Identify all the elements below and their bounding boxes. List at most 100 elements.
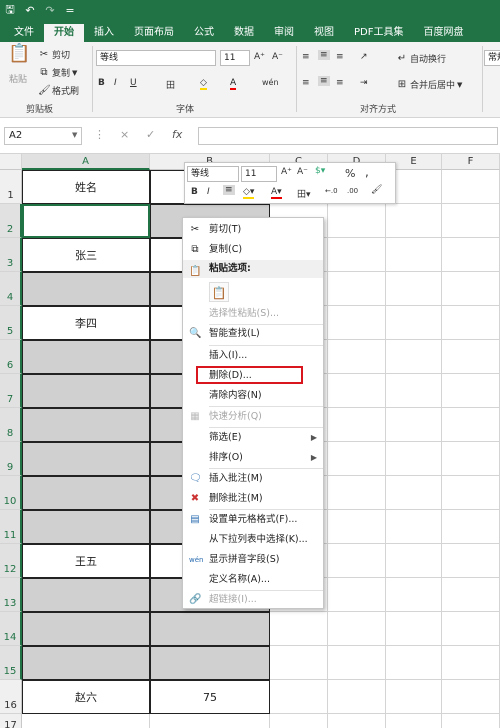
cell-empty[interactable] (328, 238, 386, 272)
cell-empty[interactable] (328, 612, 386, 646)
menu-insert-comment[interactable]: 🗨 插入批注(M) (183, 469, 323, 489)
cell-a[interactable]: 李四 (22, 306, 150, 340)
row-header[interactable]: 15 (0, 646, 22, 680)
row-header[interactable]: 8 (0, 408, 22, 442)
underline-button[interactable]: U (130, 78, 137, 88)
cell-empty[interactable] (442, 272, 500, 306)
font-size-select[interactable]: 11 (220, 50, 250, 66)
align-center-button[interactable]: ≡ (318, 76, 330, 86)
cell-empty[interactable] (386, 510, 442, 544)
select-all-corner[interactable] (0, 154, 22, 170)
cut-button[interactable]: ✂ 剪切 (38, 48, 70, 62)
menu-sort[interactable]: 排序(O) ▶ (183, 448, 323, 468)
border-button[interactable]: 田▾ (297, 187, 311, 200)
row-header[interactable]: 12 (0, 544, 22, 578)
shrink-font-button[interactable]: A⁻ (297, 167, 308, 177)
cell-a[interactable] (22, 510, 150, 544)
cell-empty[interactable] (328, 510, 386, 544)
menu-show-phonetic[interactable]: wén 显示拼音字段(S) (183, 550, 323, 570)
column-header-a[interactable]: A (22, 154, 150, 170)
menu-paste-special[interactable]: 选择性粘贴(S)... (183, 304, 323, 324)
cell-empty[interactable] (442, 306, 500, 340)
align-right-button[interactable]: ≡ (336, 78, 344, 88)
cell-a[interactable]: 张三 (22, 238, 150, 272)
cell-empty[interactable] (386, 578, 442, 612)
cell-empty[interactable] (270, 646, 328, 680)
menu-cut[interactable]: ✂ 剪切(T) (183, 220, 323, 240)
cell-empty[interactable] (328, 340, 386, 374)
cell-empty[interactable] (386, 612, 442, 646)
cell-empty[interactable] (386, 544, 442, 578)
menu-copy[interactable]: ⧉ 复制(C) (183, 240, 323, 260)
cell-a[interactable]: 王五 (22, 544, 150, 578)
cell-empty[interactable] (442, 646, 500, 680)
cell-empty[interactable] (386, 442, 442, 476)
cell-empty[interactable] (442, 204, 500, 238)
chevron-down-icon[interactable]: ▼ (72, 131, 77, 139)
paste-button[interactable]: 📋 粘贴 (6, 45, 30, 86)
tab-data[interactable]: 数据 (224, 24, 264, 42)
cell-a[interactable] (22, 442, 150, 476)
number-format-select[interactable]: 常规 (484, 50, 500, 66)
enter-icon[interactable]: ✓ (146, 128, 155, 141)
customize-icon[interactable]: = (60, 4, 80, 17)
format-painter-icon[interactable]: 🖌 (371, 185, 382, 195)
row-header[interactable]: 4 (0, 272, 22, 306)
center-align-button[interactable]: ≡ (223, 185, 235, 195)
menu-insert[interactable]: 插入(I)... (183, 346, 323, 366)
cell-empty[interactable] (386, 646, 442, 680)
row-header[interactable]: 7 (0, 374, 22, 408)
tab-page-layout[interactable]: 页面布局 (124, 24, 184, 42)
phonetic-button[interactable]: wén (262, 78, 279, 87)
menu-define-name[interactable]: 定义名称(A)... (183, 570, 323, 590)
row-header[interactable]: 6 (0, 340, 22, 374)
row-header[interactable]: 5 (0, 306, 22, 340)
mini-size-select[interactable]: 11 (241, 166, 277, 182)
menu-format-cells[interactable]: ▤ 设置单元格格式(F)... (183, 510, 323, 530)
cell-empty[interactable] (270, 680, 328, 714)
row-header[interactable]: 14 (0, 612, 22, 646)
menu-filter[interactable]: 筛选(E) ▶ (183, 428, 323, 448)
cell-empty[interactable] (442, 476, 500, 510)
cell-b[interactable]: 75 (150, 680, 270, 714)
bold-button[interactable]: B (191, 187, 198, 197)
comma-button[interactable]: , (365, 165, 369, 179)
cell-b[interactable] (150, 612, 270, 646)
cell-empty[interactable] (328, 204, 386, 238)
cell-empty[interactable] (442, 714, 500, 728)
font-name-select[interactable]: 等线 (96, 50, 216, 66)
cell-empty[interactable] (442, 408, 500, 442)
row-header[interactable]: 11 (0, 510, 22, 544)
row-header[interactable]: 1 (0, 170, 22, 204)
cell-empty[interactable] (442, 612, 500, 646)
cell-empty[interactable] (270, 714, 328, 728)
accounting-format-icon[interactable]: $▾ (315, 166, 325, 176)
cell-empty[interactable] (442, 170, 500, 204)
tab-insert[interactable]: 插入 (84, 24, 124, 42)
cell-a[interactable] (22, 476, 150, 510)
cell-a[interactable] (22, 612, 150, 646)
row-header[interactable]: 16 (0, 680, 22, 714)
cell-empty[interactable] (386, 714, 442, 728)
cell-empty[interactable] (442, 578, 500, 612)
tab-review[interactable]: 审阅 (264, 24, 304, 42)
cell-empty[interactable] (328, 408, 386, 442)
align-middle-button[interactable]: ≡ (318, 50, 330, 60)
italic-button[interactable]: I (114, 78, 117, 88)
cell-a[interactable]: 赵六 (22, 680, 150, 714)
tab-baidu-netdisk[interactable]: 百度网盘 (413, 24, 473, 42)
cell-b[interactable] (150, 646, 270, 680)
cell-empty[interactable] (386, 476, 442, 510)
row-header[interactable]: 13 (0, 578, 22, 612)
cell-empty[interactable] (328, 272, 386, 306)
font-color-button[interactable]: A (230, 78, 237, 90)
bold-button[interactable]: B (98, 78, 105, 88)
cell-a[interactable] (22, 408, 150, 442)
align-left-button[interactable]: ≡ (302, 78, 310, 88)
wrap-text-button[interactable]: ↵ 自动换行 (396, 52, 446, 66)
cell-empty[interactable] (270, 612, 328, 646)
cell-a[interactable]: 姓名 (22, 170, 150, 204)
decrease-decimal-button[interactable]: .00 (347, 187, 358, 195)
cell-b[interactable] (150, 714, 270, 728)
align-top-button[interactable]: ≡ (302, 52, 310, 62)
